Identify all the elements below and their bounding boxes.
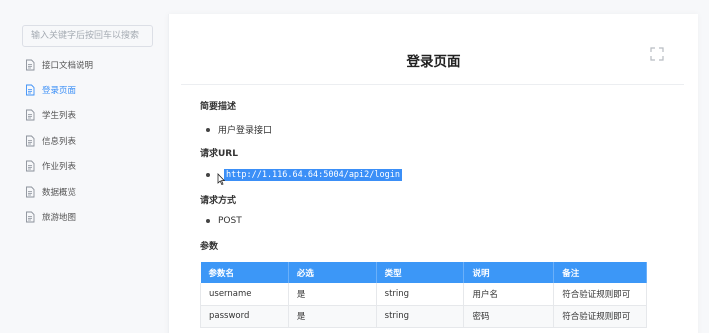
request-url-text[interactable]: http://1.116.64.64:5004/api2/login: [224, 169, 402, 181]
page-title: 登录页面: [406, 54, 461, 70]
text-cursor-icon: [217, 173, 225, 185]
table-cell: string: [376, 305, 465, 328]
document-icon: [26, 59, 35, 71]
summary-item: 用户登录接口: [206, 123, 272, 136]
table-header-row: 参数名 必选 类型 说明 备注: [200, 262, 647, 283]
sidebar: 接口文档说明 登录页面 学生列表 信息列表: [0, 0, 168, 333]
method-text: POST: [218, 216, 242, 226]
method-item: POST: [206, 216, 242, 226]
doc-panel: 登录页面 简要描述 用户登录接口 请求URL http://1.116.64.6…: [168, 14, 698, 333]
summary-text: 用户登录接口: [218, 126, 273, 136]
document-icon: [26, 186, 35, 198]
sidebar-item-label: 接口文档说明: [42, 60, 94, 71]
table-cell: username: [200, 283, 289, 306]
table-cell: 用户名: [463, 283, 555, 306]
sidebar-item-label: 学生列表: [42, 111, 77, 122]
sidebar-item-label: 登录页面: [42, 86, 77, 97]
column-header: 说明: [463, 262, 555, 283]
url-item: http://1.116.64.64:5004/api2/login: [206, 169, 402, 181]
sidebar-item-data-overview[interactable]: 数据概览: [24, 179, 164, 204]
sidebar-item-login-page[interactable]: 登录页面: [24, 77, 164, 102]
sidebar-item-label: 数据概览: [42, 187, 77, 198]
table-cell: 符合验证规则即可: [553, 283, 647, 306]
bullet-dot: [206, 127, 210, 132]
table-cell: password: [200, 305, 289, 328]
sidebar-item-student-list[interactable]: 学生列表: [24, 103, 164, 128]
sidebar-item-travel-map[interactable]: 旅游地图: [24, 204, 164, 229]
table-cell: 是: [288, 283, 377, 306]
document-icon: [26, 110, 35, 121]
sidebar-item-label: 信息列表: [42, 136, 77, 147]
table-cell: 密码: [463, 305, 555, 328]
params-heading: 参数: [200, 242, 219, 252]
column-header: 类型: [376, 262, 465, 283]
sidebar-item-homework-list[interactable]: 作业列表: [24, 154, 164, 179]
document-icon: [26, 211, 35, 223]
url-heading: 请求URL: [200, 149, 238, 159]
column-header: 参数名: [200, 262, 289, 283]
table-row: password 是 string 密码 符合验证规则即可: [200, 305, 647, 328]
bullet-dot: [206, 219, 210, 223]
column-header: 备注: [553, 262, 647, 283]
sidebar-item-api-docs[interactable]: 接口文档说明: [24, 52, 164, 77]
document-icon: [26, 84, 35, 96]
summary-heading: 简要描述: [200, 102, 237, 112]
table-cell: 是: [288, 305, 377, 328]
sidebar-item-label: 作业列表: [42, 162, 77, 173]
table-cell: string: [376, 283, 465, 306]
document-icon: [26, 135, 35, 147]
divider: [181, 84, 684, 85]
sidebar-nav: 接口文档说明 登录页面 学生列表 信息列表 作业列表 数据概览 旅游地图: [24, 52, 164, 230]
column-header: 必选: [288, 262, 377, 283]
params-table: 参数名 必选 类型 说明 备注 username 是 string 用户名 符合…: [200, 262, 647, 328]
search-input[interactable]: [22, 25, 153, 47]
table-row: username 是 string 用户名 符合验证规则即可: [200, 283, 647, 306]
sidebar-item-info-list[interactable]: 信息列表: [24, 128, 164, 153]
document-icon: [26, 160, 35, 172]
sidebar-item-label: 旅游地图: [42, 213, 77, 224]
bullet-dot: [206, 173, 210, 177]
table-cell: 符合验证规则即可: [553, 305, 647, 328]
fullscreen-icon[interactable]: [650, 47, 664, 61]
method-heading: 请求方式: [200, 196, 237, 206]
